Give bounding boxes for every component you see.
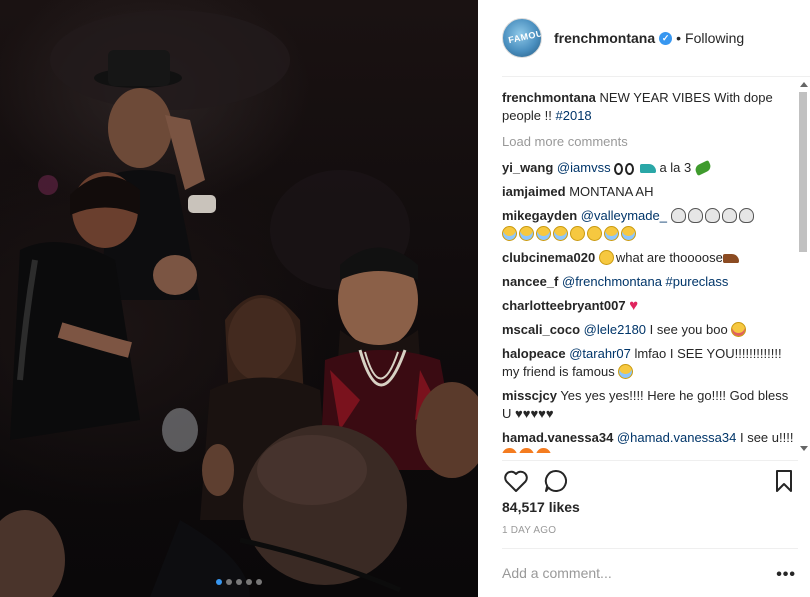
comment-mention[interactable]: @lele2180 bbox=[584, 322, 646, 337]
comment-username[interactable]: iamjaimed bbox=[502, 184, 566, 199]
sob-emoji-icon bbox=[621, 226, 636, 241]
comment-text: MONTANA AH bbox=[569, 184, 654, 199]
red-heart-emoji-icon: ♥ bbox=[629, 297, 639, 314]
caption-username[interactable]: frenchmontana bbox=[502, 90, 596, 105]
comments-list[interactable]: frenchmontana NEW YEAR VIBES With dope p… bbox=[502, 89, 796, 453]
comment-item: iamjaimed MONTANA AH bbox=[502, 183, 796, 201]
avatar[interactable]: FAMOUS bbox=[502, 18, 542, 58]
fire-emoji-icon bbox=[536, 448, 551, 453]
comment-item: misscjcy Yes yes yes!!!! Here he go!!!! … bbox=[502, 387, 796, 423]
comment-username[interactable]: misscjcy bbox=[502, 388, 557, 403]
carousel-indicator bbox=[0, 579, 478, 585]
verified-badge-icon: ✓ bbox=[659, 31, 673, 45]
carousel-dot bbox=[256, 579, 262, 585]
comment-item: charlotteebryant007 ♥ bbox=[502, 297, 796, 315]
comment-username[interactable]: mikegayden bbox=[502, 208, 577, 223]
skull-emoji-icon bbox=[687, 208, 703, 223]
comment-username[interactable]: clubcinema020 bbox=[502, 250, 595, 265]
following-button[interactable]: Following bbox=[685, 30, 744, 46]
post-timestamp: 1 DAY AGO bbox=[502, 525, 557, 536]
comment-item: halopeace @tarahr07 lmfao I SEE YOU!!!!!… bbox=[502, 345, 796, 381]
comment-mention[interactable]: @hamad.vanessa34 bbox=[617, 430, 736, 445]
skull-emoji-icon bbox=[738, 208, 754, 223]
photo-illustration bbox=[0, 10, 478, 597]
post-actions bbox=[502, 460, 798, 500]
scroll-down-arrow-icon[interactable] bbox=[800, 446, 808, 451]
comment-username[interactable]: charlotteebryant007 bbox=[502, 298, 626, 313]
comment-mention[interactable]: @iamvss bbox=[557, 160, 611, 175]
rofl-emoji-icon bbox=[598, 250, 614, 265]
load-more-comments-link[interactable]: Load more comments bbox=[502, 133, 796, 151]
comment-item: mikegayden @valleymade_ bbox=[502, 207, 796, 243]
comment-username[interactable]: yi_wang bbox=[502, 160, 553, 175]
sob-emoji-icon bbox=[604, 226, 619, 241]
sad-emoji-icon bbox=[570, 226, 585, 241]
heart-icon[interactable] bbox=[502, 467, 530, 495]
sob-emoji-icon bbox=[519, 226, 534, 241]
comment-text: a la 3 bbox=[655, 160, 695, 175]
comment-username[interactable]: hamad.vanessa34 bbox=[502, 430, 613, 445]
sob-emoji-icon bbox=[502, 226, 517, 241]
separator-dot: • bbox=[676, 30, 682, 46]
add-comment-input[interactable] bbox=[502, 565, 752, 581]
shoe-emoji-icon bbox=[639, 164, 656, 173]
more-options-icon[interactable]: ••• bbox=[776, 566, 796, 584]
add-comment-section: ••• bbox=[502, 548, 798, 597]
fire-emoji-icon bbox=[519, 448, 534, 453]
carousel-dot-active bbox=[216, 579, 222, 585]
comment-username[interactable]: mscali_coco bbox=[502, 322, 580, 337]
post-header: FAMOUS frenchmontana ✓ • Following bbox=[478, 0, 810, 77]
comment-item: yi_wang @iamvss a la 3 bbox=[502, 159, 796, 177]
comment-item: nancee_f @frenchmontana #pureclass bbox=[502, 273, 796, 291]
comment-text: I see you boo bbox=[646, 322, 732, 337]
carousel-dot bbox=[236, 579, 242, 585]
eyes-emoji-icon bbox=[614, 163, 624, 175]
scroll-up-arrow-icon[interactable] bbox=[800, 82, 808, 87]
tongue-emoji-icon bbox=[731, 322, 747, 337]
caption-hashtag[interactable]: #2018 bbox=[556, 108, 592, 123]
comment-item: mscali_coco @lele2180 I see you boo bbox=[502, 321, 796, 339]
avatar-logo-text: FAMOUS bbox=[507, 26, 542, 46]
author-username[interactable]: frenchmontana bbox=[554, 30, 655, 46]
bookmark-icon[interactable] bbox=[770, 467, 798, 495]
post-side-panel: FAMOUS frenchmontana ✓ • Following frenc… bbox=[478, 0, 810, 597]
comment-item: clubcinema020 what are thoooose bbox=[502, 249, 796, 267]
comment-username[interactable]: nancee_f bbox=[502, 274, 558, 289]
comment-mention[interactable]: @tarahr07 bbox=[569, 346, 631, 361]
comment-mention[interactable]: @valleymade_ bbox=[581, 208, 667, 223]
sad-emoji-icon bbox=[587, 226, 602, 241]
carousel-dot bbox=[246, 579, 252, 585]
comment-text: I see u!!!! bbox=[736, 430, 794, 445]
sob-emoji-icon bbox=[536, 226, 551, 241]
post-header-inner: FAMOUS frenchmontana ✓ • Following bbox=[502, 1, 810, 77]
comment-username[interactable]: halopeace bbox=[502, 346, 566, 361]
skull-emoji-icon bbox=[670, 208, 686, 223]
sob-emoji-icon bbox=[553, 226, 568, 241]
caption: frenchmontana NEW YEAR VIBES With dope p… bbox=[502, 89, 796, 125]
comment-hashtag[interactable]: #pureclass bbox=[666, 274, 729, 289]
scroll-thumb[interactable] bbox=[799, 92, 807, 252]
carousel-dot bbox=[226, 579, 232, 585]
comment-icon[interactable] bbox=[542, 467, 570, 495]
boot-emoji-icon bbox=[722, 254, 739, 263]
comment-mention[interactable]: @frenchmontana bbox=[562, 274, 662, 289]
skull-emoji-icon bbox=[704, 208, 720, 223]
like-count[interactable]: 84,517 likes bbox=[502, 499, 580, 515]
comments-scrollbar[interactable] bbox=[798, 80, 808, 453]
fire-emoji-icon bbox=[502, 448, 517, 453]
eyes-emoji-icon bbox=[625, 163, 635, 175]
sob-emoji-icon bbox=[618, 364, 634, 379]
comment-item: hamad.vanessa34 @hamad.vanessa34 I see u… bbox=[502, 429, 796, 453]
comment-text: what are thoooose bbox=[615, 250, 723, 265]
post-photo[interactable] bbox=[0, 0, 478, 597]
lizard-emoji-icon bbox=[693, 160, 713, 176]
skull-emoji-icon bbox=[721, 208, 737, 223]
